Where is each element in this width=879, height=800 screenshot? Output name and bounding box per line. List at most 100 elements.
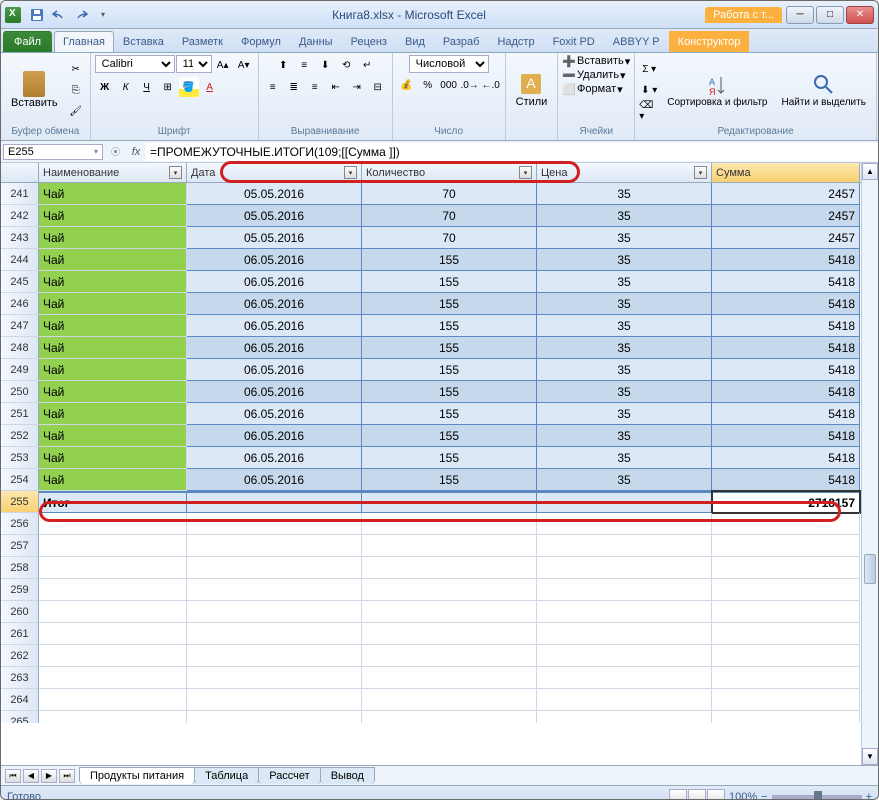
cell-date[interactable]: 06.05.2016: [187, 447, 362, 469]
paste-button[interactable]: Вставить: [5, 69, 64, 111]
cell-price[interactable]: 35: [537, 469, 712, 491]
cell[interactable]: [712, 513, 860, 535]
cell[interactable]: [362, 513, 537, 535]
cell-date[interactable]: 06.05.2016: [187, 469, 362, 491]
cell[interactable]: [39, 535, 187, 557]
cell-qty[interactable]: 155: [362, 249, 537, 271]
cell-price[interactable]: 35: [537, 183, 712, 205]
cut-button[interactable]: ✂: [66, 59, 86, 79]
cell-qty[interactable]: 155: [362, 447, 537, 469]
column-header-price[interactable]: Цена▾: [537, 163, 712, 182]
cell[interactable]: [537, 667, 712, 689]
column-header-sum[interactable]: Сумма: [712, 163, 860, 182]
cell-name[interactable]: Чай: [39, 293, 187, 315]
align-center-button[interactable]: ≣: [284, 77, 304, 97]
tab-view[interactable]: Вид: [396, 31, 434, 52]
bold-button[interactable]: Ж: [95, 77, 115, 97]
formula-input[interactable]: [146, 143, 878, 161]
tab-data[interactable]: Данны: [290, 31, 342, 52]
tab-review[interactable]: Реценз: [342, 31, 396, 52]
cell[interactable]: [39, 557, 187, 579]
sheet-tab[interactable]: Таблица: [194, 767, 259, 784]
align-top-button[interactable]: ⬆: [273, 55, 293, 75]
cell[interactable]: [537, 645, 712, 667]
copy-button[interactable]: ⎘: [66, 80, 86, 100]
cell[interactable]: [537, 623, 712, 645]
filter-icon[interactable]: ▾: [169, 166, 182, 179]
tab-addins[interactable]: Надстр: [488, 31, 543, 52]
cell[interactable]: [39, 601, 187, 623]
cell[interactable]: [187, 667, 362, 689]
sheet-nav-last[interactable]: ⏭: [59, 769, 75, 783]
underline-button[interactable]: Ч: [137, 77, 157, 97]
fx-icon[interactable]: fx: [126, 146, 146, 158]
cell-sum[interactable]: 5418: [712, 337, 860, 359]
autosum-button[interactable]: Σ ▾: [639, 59, 659, 79]
cell-sum[interactable]: 5418: [712, 425, 860, 447]
cell-name[interactable]: Чай: [39, 381, 187, 403]
view-layout-button[interactable]: [688, 789, 706, 800]
row-header[interactable]: 264: [1, 689, 39, 711]
sort-filter-button[interactable]: АЯ Сортировка и фильтр: [661, 71, 773, 110]
styles-button[interactable]: A Стили: [510, 70, 554, 110]
cell[interactable]: [39, 645, 187, 667]
cell-date[interactable]: 06.05.2016: [187, 315, 362, 337]
row-header[interactable]: 246: [1, 293, 39, 315]
row-header[interactable]: 253: [1, 447, 39, 469]
cell-total-sum[interactable]: 2718157: [712, 491, 860, 513]
percent-button[interactable]: %: [418, 75, 438, 95]
column-header-date[interactable]: Дата▾: [187, 163, 362, 182]
row-header[interactable]: 255: [1, 491, 39, 513]
tab-foxit[interactable]: Foxit PD: [544, 31, 604, 52]
cell[interactable]: [362, 535, 537, 557]
decrease-indent-button[interactable]: ⇤: [326, 77, 346, 97]
cell-date[interactable]: 05.05.2016: [187, 183, 362, 205]
cell-name[interactable]: Чай: [39, 447, 187, 469]
tab-file[interactable]: Файл: [3, 31, 52, 52]
format-painter-button[interactable]: 🖌: [66, 101, 86, 121]
undo-button[interactable]: [49, 5, 69, 25]
increase-decimal-button[interactable]: .0→: [460, 75, 480, 95]
cell-price[interactable]: 35: [537, 359, 712, 381]
filter-icon[interactable]: ▾: [519, 166, 532, 179]
row-header[interactable]: 256: [1, 513, 39, 535]
cell-name[interactable]: Чай: [39, 271, 187, 293]
row-header[interactable]: 259: [1, 579, 39, 601]
cell[interactable]: [187, 579, 362, 601]
row-header[interactable]: 257: [1, 535, 39, 557]
cell[interactable]: [362, 711, 537, 723]
find-select-button[interactable]: Найти и выделить: [775, 71, 871, 110]
minimize-button[interactable]: ─: [786, 6, 814, 24]
save-button[interactable]: [27, 5, 47, 25]
cell-qty[interactable]: 155: [362, 469, 537, 491]
row-header[interactable]: 251: [1, 403, 39, 425]
row-header[interactable]: 265: [1, 711, 39, 723]
align-right-button[interactable]: ≡: [305, 77, 325, 97]
cell[interactable]: [537, 711, 712, 723]
cell-qty[interactable]: 155: [362, 425, 537, 447]
cell[interactable]: [39, 667, 187, 689]
cell[interactable]: [712, 645, 860, 667]
tab-developer[interactable]: Разраб: [434, 31, 489, 52]
cell-sum[interactable]: 2457: [712, 205, 860, 227]
maximize-button[interactable]: □: [816, 6, 844, 24]
cell[interactable]: [187, 491, 362, 513]
cell-date[interactable]: 06.05.2016: [187, 425, 362, 447]
sheet-tab-active[interactable]: Продукты питания: [79, 767, 195, 784]
cell-name[interactable]: Чай: [39, 359, 187, 381]
cell-date[interactable]: 05.05.2016: [187, 205, 362, 227]
cell[interactable]: [362, 645, 537, 667]
cell[interactable]: [537, 601, 712, 623]
wrap-text-button[interactable]: ↵: [357, 55, 377, 75]
cell-sum[interactable]: 5418: [712, 447, 860, 469]
qat-customize[interactable]: ▾: [93, 5, 113, 25]
tab-insert[interactable]: Вставка: [114, 31, 173, 52]
format-cells-button[interactable]: ⬜Формат ▾: [562, 83, 622, 96]
fill-button[interactable]: ⬇ ▾: [639, 80, 659, 100]
cell-date[interactable]: 06.05.2016: [187, 359, 362, 381]
cell-sum[interactable]: 2457: [712, 183, 860, 205]
font-size-select[interactable]: 11: [176, 55, 212, 73]
currency-button[interactable]: 💰: [397, 75, 417, 95]
cell-qty[interactable]: 155: [362, 359, 537, 381]
cell-qty[interactable]: 155: [362, 381, 537, 403]
